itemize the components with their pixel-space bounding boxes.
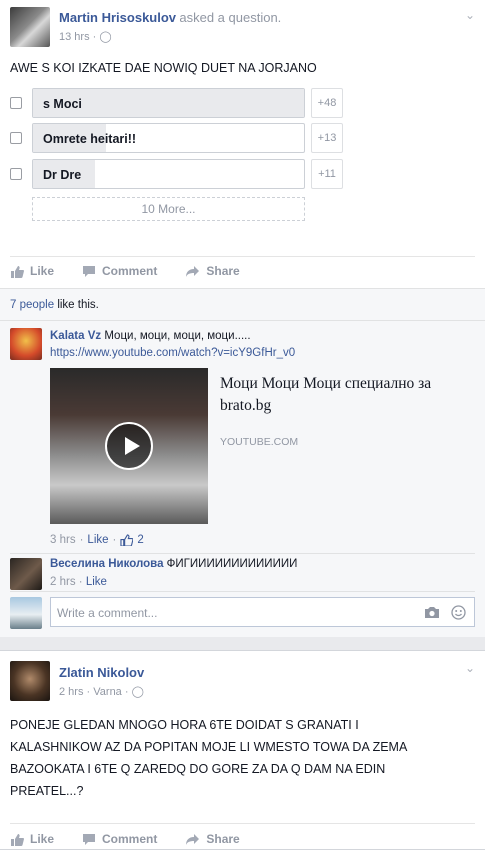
poll-voters-count[interactable]: +48 <box>311 88 343 118</box>
comment-meta: 3 hrs · Like · 2 <box>50 534 144 546</box>
post-action: asked a question. <box>179 10 282 25</box>
comment-label: Comment <box>102 832 158 846</box>
share-button[interactable]: Share <box>185 264 240 278</box>
comment-text: Моци, моци, моци, моци..... <box>104 330 251 342</box>
thumbs-up-icon <box>120 534 134 546</box>
poll-option-bar: s Moci <box>32 88 305 118</box>
comment-like-link[interactable]: Like <box>86 576 107 588</box>
globe-icon: ◯ <box>99 31 112 43</box>
more-options-button[interactable]: 10 More... <box>32 197 305 221</box>
avatar[interactable] <box>10 558 42 590</box>
poll-option-bar: Omrete heitari!! <box>32 123 305 153</box>
thumbs-up-icon <box>11 833 24 846</box>
comment-icon <box>83 833 96 845</box>
like-button[interactable]: Like <box>10 264 54 278</box>
poll-voters-count[interactable]: +11 <box>311 159 343 189</box>
preview-title[interactable]: Моци Моци Моци специално за brato.bg <box>220 373 465 417</box>
comment-time[interactable]: 3 hrs <box>50 534 76 546</box>
post-actions: Like Comment Share <box>10 832 240 846</box>
share-label: Share <box>206 832 240 846</box>
comment-like-link[interactable]: Like <box>87 534 108 546</box>
comment-button[interactable]: Comment <box>82 832 157 846</box>
poll-voters-count[interactable]: +13 <box>311 123 343 153</box>
poll-checkbox[interactable] <box>10 168 22 180</box>
comment-button[interactable]: Comment <box>82 264 157 278</box>
divider <box>10 823 475 824</box>
preview-source: YOUTUBE.COM <box>220 436 299 448</box>
comment-icon <box>83 265 96 277</box>
divider <box>10 591 475 592</box>
poll-option[interactable]: Omrete heitari!! +13 <box>10 123 350 153</box>
post-card-1: Martin Hrisoskulov asked a question. 13 … <box>0 0 485 637</box>
comment-body: Kalata Vz Моци, моци, моци, моци..... <box>50 330 251 342</box>
post-header: Martin Hrisoskulov asked a question. <box>59 10 281 25</box>
comment-like-count[interactable]: 2 <box>137 534 143 546</box>
video-thumbnail[interactable] <box>50 368 208 524</box>
post-header: Zlatin Nikolov <box>59 665 144 680</box>
like-label: Like <box>30 264 55 278</box>
poll-option-label: s Moci <box>43 97 82 111</box>
share-icon <box>186 265 200 277</box>
chevron-down-icon[interactable]: ⌄ <box>465 661 475 675</box>
share-button[interactable]: Share <box>185 832 240 846</box>
post-time[interactable]: 2 hrs <box>59 686 83 698</box>
comment-body: Веселина Николова ФИГИИИИИИИИИИИИИ <box>50 558 297 570</box>
likes-count-link[interactable]: 7 people <box>10 299 54 311</box>
avatar[interactable] <box>10 328 42 360</box>
likes-suffix: like this. <box>54 299 99 311</box>
post-text: PONEJE GLEDAN MNOGO HORA 6TE DOIDAT S GR… <box>10 718 407 798</box>
poll-option[interactable]: s Moci +48 <box>10 88 350 118</box>
thumbs-up-icon <box>11 265 24 278</box>
post-time[interactable]: 13 hrs <box>59 31 90 43</box>
like-button[interactable]: Like <box>10 832 54 846</box>
comment-label: Comment <box>102 264 158 278</box>
link-preview[interactable]: Моци Моци Моци специално за brato.bg YOU… <box>50 368 470 524</box>
emoji-icon[interactable] <box>451 605 466 620</box>
comment-placeholder: Write a comment... <box>57 606 158 620</box>
poll-option-bar: Dr Dre <box>32 159 305 189</box>
comment-author[interactable]: Веселина Николова <box>50 558 163 570</box>
comment-link[interactable]: https://www.youtube.com/watch?v=icY9GfHr… <box>50 347 295 359</box>
post-actions: Like Comment Share <box>10 264 240 278</box>
post-location[interactable]: Varna <box>93 686 122 698</box>
poll-option[interactable]: Dr Dre +11 <box>10 159 350 189</box>
poll-option-label: Dr Dre <box>43 168 82 182</box>
share-icon <box>186 833 200 845</box>
avatar[interactable] <box>10 7 50 47</box>
post-meta: 13 hrs · ◯ <box>59 31 112 43</box>
globe-icon: ◯ <box>131 686 144 698</box>
play-icon[interactable] <box>105 422 153 470</box>
author-name[interactable]: Zlatin Nikolov <box>59 665 144 680</box>
question-text: AWE S KOI IZKATE DAE NOWIQ DUET NA JORJA… <box>10 61 317 75</box>
comment-time[interactable]: 2 hrs <box>50 576 76 588</box>
camera-icon[interactable] <box>424 606 440 619</box>
poll-checkbox[interactable] <box>10 97 22 109</box>
comment-text: ФИГИИИИИИИИИИИИИ <box>166 558 298 570</box>
post-meta: 2 hrs · Varna · ◯ <box>59 686 144 698</box>
avatar[interactable] <box>10 661 50 701</box>
divider <box>10 256 475 257</box>
poll-option-label: Omrete heitari!! <box>43 132 137 146</box>
like-label: Like <box>30 832 55 846</box>
author-name[interactable]: Martin Hrisoskulov <box>59 10 176 25</box>
comment-author[interactable]: Kalata Vz <box>50 330 101 342</box>
chevron-down-icon[interactable]: ⌄ <box>465 8 475 22</box>
comment-input[interactable]: Write a comment... <box>50 597 475 627</box>
share-label: Share <box>206 264 240 278</box>
avatar <box>10 597 42 629</box>
post-card-2: Zlatin Nikolov 2 hrs · Varna · ◯ ⌄ PONEJ… <box>0 650 485 850</box>
poll-checkbox[interactable] <box>10 132 22 144</box>
likes-summary: 7 people like this. <box>10 299 99 311</box>
divider <box>10 553 475 554</box>
comment-meta: 2 hrs · Like <box>50 576 107 588</box>
divider <box>0 320 485 321</box>
